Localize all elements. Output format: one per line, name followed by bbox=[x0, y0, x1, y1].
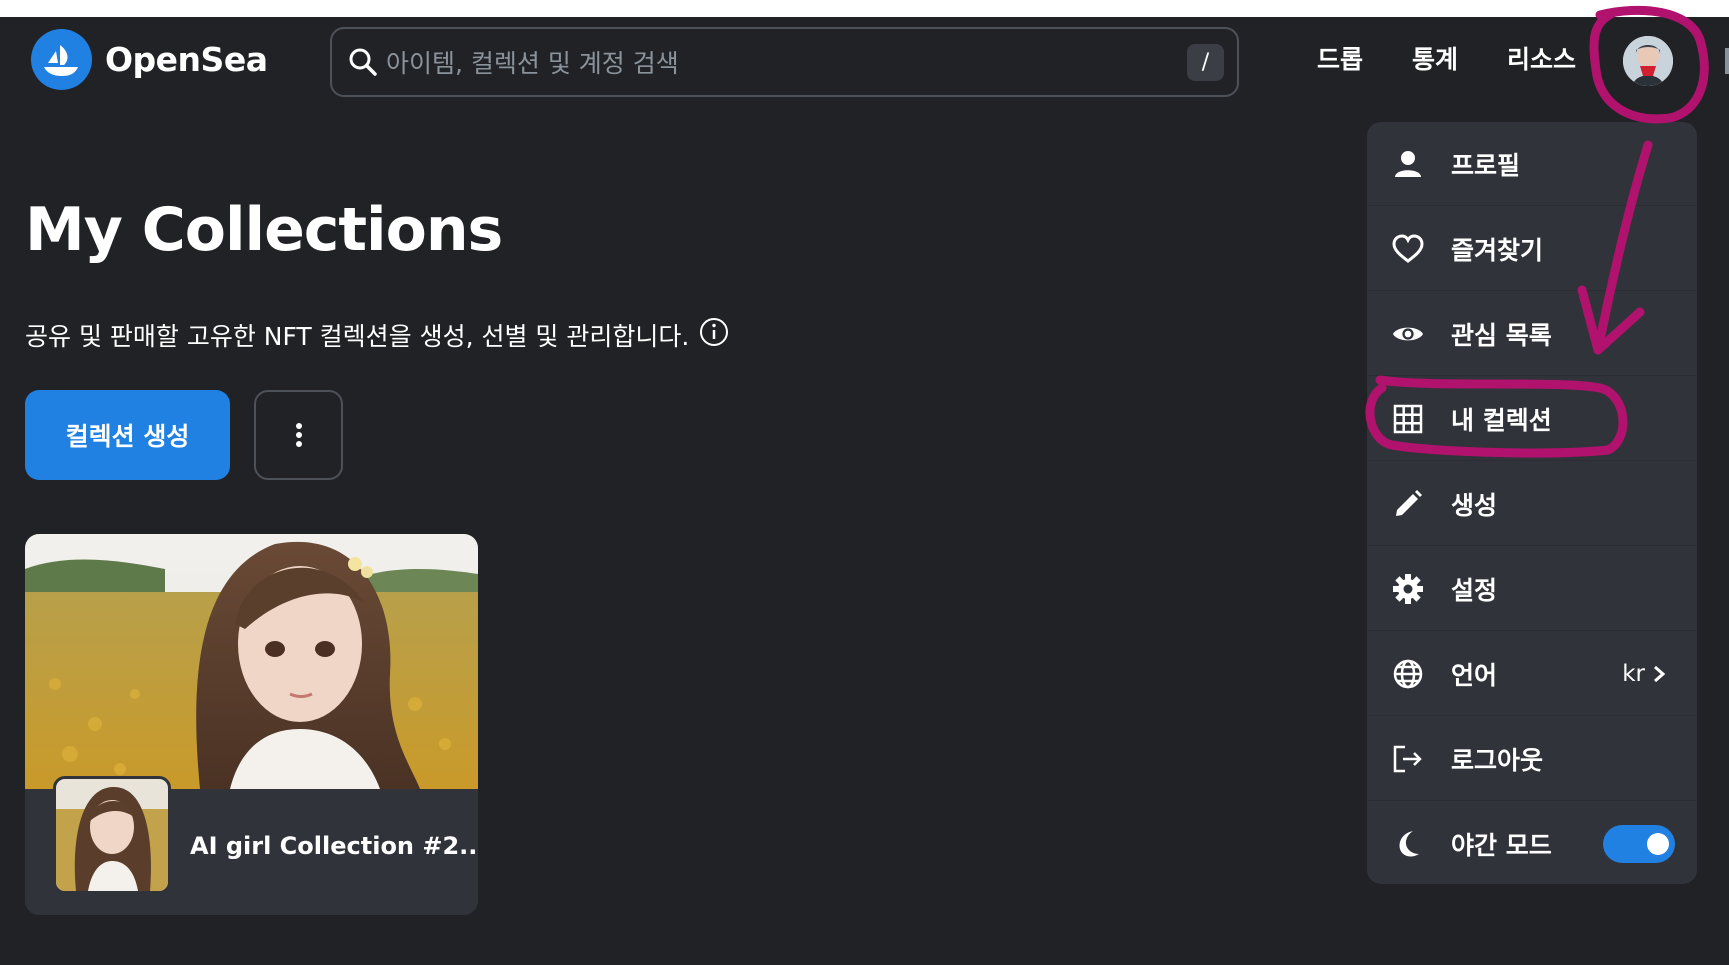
info-icon[interactable] bbox=[699, 317, 729, 353]
nav-resources[interactable]: 리소스 bbox=[1507, 40, 1576, 76]
chevron-right-icon bbox=[1654, 665, 1665, 682]
night-mode-toggle[interactable] bbox=[1603, 825, 1675, 863]
gear-icon bbox=[1392, 573, 1424, 605]
language-value: kr bbox=[1622, 661, 1665, 687]
menu-item-favorites[interactable]: 즐겨찾기 bbox=[1367, 207, 1697, 291]
menu-label: 즐겨찾기 bbox=[1451, 235, 1544, 265]
menu-item-create[interactable]: 생성 bbox=[1367, 462, 1697, 546]
menu-label: 생성 bbox=[1451, 490, 1498, 520]
more-options-button[interactable] bbox=[254, 390, 343, 480]
globe-icon bbox=[1392, 658, 1424, 690]
collection-thumbnail bbox=[53, 776, 171, 894]
collection-banner-image bbox=[25, 534, 478, 789]
menu-item-logout[interactable]: 로그아웃 bbox=[1367, 717, 1697, 801]
grid-icon bbox=[1392, 403, 1424, 435]
menu-item-my-collections[interactable]: 내 컬렉션 bbox=[1367, 377, 1697, 461]
brand-name: OpenSea bbox=[105, 40, 268, 79]
profile-avatar-button[interactable] bbox=[1623, 36, 1673, 86]
menu-item-watchlist[interactable]: 관심 목록 bbox=[1367, 292, 1697, 376]
collection-card[interactable]: AI girl Collection #2... bbox=[25, 534, 478, 915]
eye-icon bbox=[1392, 318, 1424, 350]
menu-item-language[interactable]: 언어 kr bbox=[1367, 632, 1697, 716]
nav-drops[interactable]: 드롭 bbox=[1317, 40, 1363, 76]
page-title: My Collections bbox=[25, 195, 503, 265]
logout-icon bbox=[1392, 743, 1424, 775]
person-icon bbox=[1392, 148, 1424, 180]
language-code: kr bbox=[1622, 660, 1645, 687]
menu-label: 관심 목록 bbox=[1451, 320, 1552, 350]
avatar bbox=[1623, 36, 1673, 86]
search-icon bbox=[348, 47, 378, 81]
menu-label: 로그아웃 bbox=[1451, 745, 1544, 775]
menu-label: 설정 bbox=[1451, 575, 1498, 605]
menu-item-profile[interactable]: 프로필 bbox=[1367, 122, 1697, 206]
nav-stats[interactable]: 통계 bbox=[1412, 40, 1458, 76]
menu-item-night-mode[interactable]: 야간 모드 bbox=[1367, 802, 1697, 884]
collection-name: AI girl Collection #2... bbox=[190, 832, 478, 860]
opensea-logo-icon bbox=[31, 29, 92, 90]
menu-item-settings[interactable]: 설정 bbox=[1367, 547, 1697, 631]
heart-icon bbox=[1392, 233, 1424, 265]
create-collection-button[interactable]: 컬렉션 생성 bbox=[25, 390, 230, 480]
browser-top-strip bbox=[0, 0, 1729, 17]
search-input[interactable] bbox=[384, 43, 1168, 83]
more-vertical-icon bbox=[295, 423, 302, 447]
search-bar[interactable]: / bbox=[330, 27, 1239, 97]
menu-label: 내 컬렉션 bbox=[1451, 405, 1552, 435]
menu-label: 프로필 bbox=[1451, 150, 1521, 180]
toggle-knob bbox=[1647, 833, 1669, 855]
pencil-icon bbox=[1392, 488, 1424, 520]
search-shortcut-key: / bbox=[1187, 44, 1224, 81]
window-edge-indicator bbox=[1725, 48, 1729, 74]
menu-label: 언어 bbox=[1451, 660, 1498, 690]
moon-icon bbox=[1392, 828, 1424, 860]
opensea-logo[interactable]: OpenSea bbox=[31, 29, 268, 90]
page-subtitle: 공유 및 판매할 고유한 NFT 컬렉션을 생성, 선별 및 관리합니다. bbox=[25, 317, 729, 353]
profile-dropdown-menu: 프로필 즐겨찾기 관심 목록 내 컬렉션 생성 설정 언어 kr 로그아웃 야간… bbox=[1367, 122, 1697, 884]
menu-label: 야간 모드 bbox=[1451, 831, 1552, 860]
subtitle-text: 공유 및 판매할 고유한 NFT 컬렉션을 생성, 선별 및 관리합니다. bbox=[25, 322, 690, 351]
